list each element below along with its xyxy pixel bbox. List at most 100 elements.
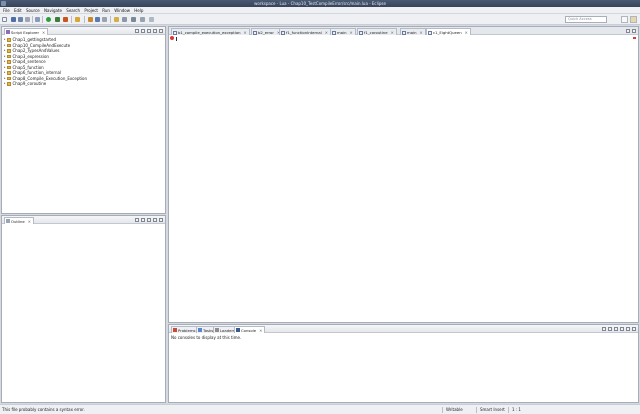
menu-help[interactable]: Help xyxy=(134,7,143,14)
editor-tab[interactable]: main ✕ xyxy=(400,28,426,35)
tab-script-explorer[interactable]: Script Explorer ✕ xyxy=(4,28,49,35)
console-panel: Problems Tasks Loaders Console ✕ No conso… xyxy=(168,324,639,403)
next-annotation-icon[interactable] xyxy=(114,17,119,22)
editor-tab[interactable]: f1_functionInternal ✕ xyxy=(279,28,331,35)
close-icon[interactable]: ✕ xyxy=(28,219,31,224)
minimize-icon[interactable] xyxy=(153,29,157,33)
open-type-icon[interactable] xyxy=(75,17,80,22)
collapse-all-icon[interactable] xyxy=(135,29,139,33)
print-icon[interactable] xyxy=(25,17,30,22)
folder-icon xyxy=(7,82,11,86)
display-console-icon[interactable] xyxy=(602,327,606,331)
tree-item-label: Chap9_coroutine xyxy=(12,81,47,86)
tab-problems[interactable]: Problems xyxy=(171,326,199,333)
tab-label: Console xyxy=(241,328,257,333)
maximize-icon[interactable] xyxy=(159,29,163,33)
title-bar: workspace - Lua - Chap10_TestCompileErro… xyxy=(0,0,640,7)
editor-tab-label: b1_compile_execution_exception xyxy=(178,30,241,35)
close-icon[interactable]: ✕ xyxy=(350,30,353,35)
editor-tab[interactable]: main ✕ xyxy=(330,28,356,35)
lua-file-icon xyxy=(402,30,406,35)
panel-tools xyxy=(133,218,163,222)
maximize-icon[interactable] xyxy=(632,327,636,331)
back-icon[interactable] xyxy=(140,17,145,22)
project-tree: ▸ Chap1_gettingstarted ▸ Chap10_CompileAnd… xyxy=(4,37,163,87)
filter-icon[interactable] xyxy=(141,218,145,222)
editor-tab[interactable]: f1_coroutine ✕ xyxy=(357,28,397,35)
toolbar-separator xyxy=(32,16,33,23)
tab-console[interactable]: Console ✕ xyxy=(234,326,266,333)
menu-navigate[interactable]: Navigate xyxy=(44,7,62,14)
folder-icon xyxy=(7,60,11,64)
menu-search[interactable]: Search xyxy=(66,7,80,14)
script-explorer-header: Script Explorer ✕ xyxy=(2,27,165,35)
search-icon[interactable] xyxy=(102,17,107,22)
close-icon[interactable]: ✕ xyxy=(391,30,394,35)
menu-project[interactable]: Project xyxy=(84,7,98,14)
menu-run[interactable]: Run xyxy=(102,7,110,14)
maximize-icon[interactable] xyxy=(159,218,163,222)
save-all-icon[interactable] xyxy=(18,17,23,22)
close-icon[interactable]: ✕ xyxy=(244,30,247,35)
editor-tab-label: f1_functionInternal xyxy=(286,30,322,35)
close-icon[interactable]: ✕ xyxy=(259,328,262,333)
tree-item[interactable]: ▸ Chap9_coroutine xyxy=(4,81,163,87)
last-edit-icon[interactable] xyxy=(131,17,136,22)
close-icon[interactable]: ✕ xyxy=(420,30,423,35)
external-tools-icon[interactable] xyxy=(63,17,68,22)
sort-icon[interactable] xyxy=(135,218,139,222)
problems-icon xyxy=(173,328,177,332)
lua-file-icon xyxy=(173,30,177,35)
tab-outline[interactable]: Outline ✕ xyxy=(4,217,34,224)
quick-access-input[interactable]: Quick Access xyxy=(565,16,607,23)
script-explorer-label: Script Explorer xyxy=(11,30,40,35)
code-editor[interactable] xyxy=(177,36,630,320)
close-icon[interactable]: ✕ xyxy=(42,30,45,35)
console-tab-bar: Problems Tasks Loaders Console ✕ xyxy=(169,325,638,333)
minimize-icon[interactable] xyxy=(153,218,157,222)
open-perspective-icon[interactable] xyxy=(621,16,628,23)
console-message: No consoles to display at this time. xyxy=(171,335,242,340)
editor-tab-active[interactable]: c1_EightQueen ✕ xyxy=(426,28,471,35)
toolbar-separator xyxy=(84,16,85,23)
save-icon[interactable] xyxy=(11,17,16,22)
previous-annotation-icon[interactable] xyxy=(122,17,127,22)
forward-icon[interactable] xyxy=(149,17,154,22)
menu-file[interactable]: File xyxy=(3,7,10,14)
settings-icon[interactable] xyxy=(35,17,40,22)
tab-label: Loaders xyxy=(220,328,235,333)
open-file-icon[interactable] xyxy=(95,17,100,22)
menu-edit[interactable]: Edit xyxy=(14,7,22,14)
minimize-icon[interactable] xyxy=(626,327,630,331)
tasks-icon xyxy=(198,328,202,332)
menu-window[interactable]: Window xyxy=(114,7,130,14)
status-insert-mode: Smart Insert xyxy=(476,407,508,413)
new-project-icon[interactable] xyxy=(88,17,93,22)
editor-tab-label: c1_EightQueen xyxy=(433,30,462,35)
panel-tools xyxy=(133,29,163,33)
close-icon[interactable]: ✕ xyxy=(465,30,468,35)
lua-perspective-icon[interactable] xyxy=(630,16,637,23)
editor-tab[interactable]: b1_compile_execution_exception ✕ xyxy=(171,28,250,35)
folder-icon xyxy=(7,65,11,69)
minimize-icon[interactable] xyxy=(626,29,630,33)
view-menu-icon[interactable] xyxy=(147,218,151,222)
link-editor-icon[interactable] xyxy=(141,29,145,33)
error-marker-icon[interactable] xyxy=(170,36,174,40)
editor-tab-label: main xyxy=(407,30,417,35)
run-icon[interactable] xyxy=(46,17,51,22)
toolbar-separator xyxy=(71,16,72,23)
maximize-icon[interactable] xyxy=(632,29,636,33)
loaders-icon xyxy=(215,328,219,332)
editor-tools xyxy=(624,29,636,33)
open-console-icon[interactable] xyxy=(614,327,618,331)
lua-file-icon xyxy=(281,30,285,35)
new-icon[interactable] xyxy=(2,17,7,22)
pin-console-icon[interactable] xyxy=(608,327,612,331)
view-menu-icon[interactable] xyxy=(620,327,624,331)
debug-icon[interactable] xyxy=(55,17,60,22)
close-icon[interactable]: ✕ xyxy=(325,30,328,35)
overview-error-marker[interactable] xyxy=(633,37,636,39)
menu-source[interactable]: Source xyxy=(26,7,40,14)
view-menu-icon[interactable] xyxy=(147,29,151,33)
